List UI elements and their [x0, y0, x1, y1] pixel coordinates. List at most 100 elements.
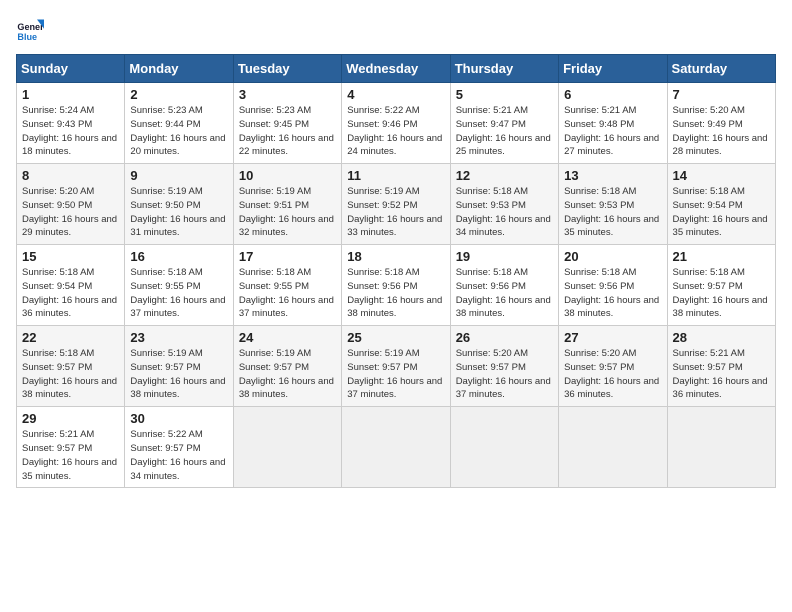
day-info: Sunrise: 5:22 AMSunset: 9:46 PMDaylight:…	[347, 104, 444, 159]
calendar-week-2: 8 Sunrise: 5:20 AMSunset: 9:50 PMDaylight…	[17, 164, 776, 245]
day-number: 12	[456, 168, 553, 183]
day-number: 18	[347, 249, 444, 264]
calendar-day-19: 19 Sunrise: 5:18 AMSunset: 9:56 PMDayligh…	[450, 245, 558, 326]
day-number: 19	[456, 249, 553, 264]
calendar-day-7: 7 Sunrise: 5:20 AMSunset: 9:49 PMDaylight…	[667, 83, 775, 164]
day-number: 1	[22, 87, 119, 102]
svg-text:Blue: Blue	[17, 32, 37, 42]
day-info: Sunrise: 5:24 AMSunset: 9:43 PMDaylight:…	[22, 104, 119, 159]
day-number: 28	[673, 330, 770, 345]
day-info: Sunrise: 5:19 AMSunset: 9:52 PMDaylight:…	[347, 185, 444, 240]
day-info: Sunrise: 5:18 AMSunset: 9:55 PMDaylight:…	[239, 266, 336, 321]
calendar-week-5: 29 Sunrise: 5:21 AMSunset: 9:57 PMDayligh…	[17, 407, 776, 488]
day-info: Sunrise: 5:18 AMSunset: 9:53 PMDaylight:…	[456, 185, 553, 240]
column-header-thursday: Thursday	[450, 55, 558, 83]
calendar-day-29: 29 Sunrise: 5:21 AMSunset: 9:57 PMDayligh…	[17, 407, 125, 488]
day-number: 3	[239, 87, 336, 102]
day-number: 20	[564, 249, 661, 264]
day-info: Sunrise: 5:23 AMSunset: 9:45 PMDaylight:…	[239, 104, 336, 159]
calendar-day-27: 27 Sunrise: 5:20 AMSunset: 9:57 PMDayligh…	[559, 326, 667, 407]
calendar-day-20: 20 Sunrise: 5:18 AMSunset: 9:56 PMDayligh…	[559, 245, 667, 326]
day-info: Sunrise: 5:20 AMSunset: 9:50 PMDaylight:…	[22, 185, 119, 240]
calendar-day-28: 28 Sunrise: 5:21 AMSunset: 9:57 PMDayligh…	[667, 326, 775, 407]
calendar-day-25: 25Sunrise: 5:19 AMSunset: 9:57 PMDayligh…	[342, 326, 450, 407]
calendar-day-11: 11 Sunrise: 5:19 AMSunset: 9:52 PMDayligh…	[342, 164, 450, 245]
calendar-day-17: 17 Sunrise: 5:18 AMSunset: 9:55 PMDayligh…	[233, 245, 341, 326]
calendar-day-2: 2Sunrise: 5:23 AMSunset: 9:44 PMDaylight…	[125, 83, 233, 164]
day-number: 6	[564, 87, 661, 102]
day-number: 16	[130, 249, 227, 264]
calendar-table: SundayMondayTuesdayWednesdayThursdayFrid…	[16, 54, 776, 488]
day-number: 24	[239, 330, 336, 345]
day-info: Sunrise: 5:20 AMSunset: 9:49 PMDaylight:…	[673, 104, 770, 159]
day-info: Sunrise: 5:18 AMSunset: 9:56 PMDaylight:…	[564, 266, 661, 321]
day-number: 25	[347, 330, 444, 345]
day-number: 14	[673, 168, 770, 183]
calendar-day-8: 8 Sunrise: 5:20 AMSunset: 9:50 PMDaylight…	[17, 164, 125, 245]
calendar-day-30: 30 Sunrise: 5:22 AMSunset: 9:57 PMDayligh…	[125, 407, 233, 488]
calendar-day-24: 24 Sunrise: 5:19 AMSunset: 9:57 PMDayligh…	[233, 326, 341, 407]
calendar-day-14: 14 Sunrise: 5:18 AMSunset: 9:54 PMDayligh…	[667, 164, 775, 245]
calendar-day-10: 10Sunrise: 5:19 AMSunset: 9:51 PMDayligh…	[233, 164, 341, 245]
day-info: Sunrise: 5:18 AMSunset: 9:56 PMDaylight:…	[347, 266, 444, 321]
day-info: Sunrise: 5:21 AMSunset: 9:47 PMDaylight:…	[456, 104, 553, 159]
column-header-saturday: Saturday	[667, 55, 775, 83]
calendar-week-3: 15Sunrise: 5:18 AMSunset: 9:54 PMDayligh…	[17, 245, 776, 326]
day-info: Sunrise: 5:19 AMSunset: 9:50 PMDaylight:…	[130, 185, 227, 240]
day-info: Sunrise: 5:22 AMSunset: 9:57 PMDaylight:…	[130, 428, 227, 483]
day-info: Sunrise: 5:20 AMSunset: 9:57 PMDaylight:…	[456, 347, 553, 402]
calendar-day-empty	[450, 407, 558, 488]
day-info: Sunrise: 5:19 AMSunset: 9:51 PMDaylight:…	[239, 185, 336, 240]
calendar-header-row: SundayMondayTuesdayWednesdayThursdayFrid…	[17, 55, 776, 83]
day-number: 17	[239, 249, 336, 264]
calendar-week-4: 22Sunrise: 5:18 AMSunset: 9:57 PMDayligh…	[17, 326, 776, 407]
column-header-tuesday: Tuesday	[233, 55, 341, 83]
day-number: 8	[22, 168, 119, 183]
day-number: 2	[130, 87, 227, 102]
calendar-day-9: 9 Sunrise: 5:19 AMSunset: 9:50 PMDaylight…	[125, 164, 233, 245]
day-number: 30	[130, 411, 227, 426]
calendar-day-empty	[233, 407, 341, 488]
day-number: 7	[673, 87, 770, 102]
day-info: Sunrise: 5:18 AMSunset: 9:57 PMDaylight:…	[673, 266, 770, 321]
calendar-day-empty	[559, 407, 667, 488]
calendar-day-23: 23Sunrise: 5:19 AMSunset: 9:57 PMDayligh…	[125, 326, 233, 407]
day-number: 11	[347, 168, 444, 183]
day-info: Sunrise: 5:18 AMSunset: 9:53 PMDaylight:…	[564, 185, 661, 240]
calendar-day-3: 3 Sunrise: 5:23 AMSunset: 9:45 PMDaylight…	[233, 83, 341, 164]
calendar-day-empty	[342, 407, 450, 488]
calendar-day-5: 5Sunrise: 5:21 AMSunset: 9:47 PMDaylight…	[450, 83, 558, 164]
day-info: Sunrise: 5:21 AMSunset: 9:57 PMDaylight:…	[22, 428, 119, 483]
calendar-day-1: 1 Sunrise: 5:24 AMSunset: 9:43 PMDaylight…	[17, 83, 125, 164]
day-number: 29	[22, 411, 119, 426]
day-info: Sunrise: 5:19 AMSunset: 9:57 PMDaylight:…	[239, 347, 336, 402]
calendar-day-empty	[667, 407, 775, 488]
day-number: 9	[130, 168, 227, 183]
day-info: Sunrise: 5:18 AMSunset: 9:56 PMDaylight:…	[456, 266, 553, 321]
svg-text:General: General	[17, 22, 44, 32]
calendar-day-6: 6Sunrise: 5:21 AMSunset: 9:48 PMDaylight…	[559, 83, 667, 164]
day-number: 21	[673, 249, 770, 264]
day-info: Sunrise: 5:18 AMSunset: 9:54 PMDaylight:…	[22, 266, 119, 321]
column-header-friday: Friday	[559, 55, 667, 83]
calendar-day-13: 13 Sunrise: 5:18 AMSunset: 9:53 PMDayligh…	[559, 164, 667, 245]
calendar-day-26: 26Sunrise: 5:20 AMSunset: 9:57 PMDayligh…	[450, 326, 558, 407]
logo: General Blue	[16, 16, 48, 44]
calendar-day-15: 15Sunrise: 5:18 AMSunset: 9:54 PMDayligh…	[17, 245, 125, 326]
day-info: Sunrise: 5:21 AMSunset: 9:57 PMDaylight:…	[673, 347, 770, 402]
day-number: 4	[347, 87, 444, 102]
day-number: 22	[22, 330, 119, 345]
logo-icon: General Blue	[16, 16, 44, 44]
day-info: Sunrise: 5:20 AMSunset: 9:57 PMDaylight:…	[564, 347, 661, 402]
day-info: Sunrise: 5:18 AMSunset: 9:54 PMDaylight:…	[673, 185, 770, 240]
day-number: 13	[564, 168, 661, 183]
column-header-monday: Monday	[125, 55, 233, 83]
calendar-day-12: 12 Sunrise: 5:18 AMSunset: 9:53 PMDayligh…	[450, 164, 558, 245]
page-header: General Blue	[16, 16, 776, 44]
day-number: 27	[564, 330, 661, 345]
calendar-day-22: 22Sunrise: 5:18 AMSunset: 9:57 PMDayligh…	[17, 326, 125, 407]
column-header-wednesday: Wednesday	[342, 55, 450, 83]
day-info: Sunrise: 5:18 AMSunset: 9:55 PMDaylight:…	[130, 266, 227, 321]
calendar-day-4: 4 Sunrise: 5:22 AMSunset: 9:46 PMDaylight…	[342, 83, 450, 164]
calendar-week-1: 1 Sunrise: 5:24 AMSunset: 9:43 PMDaylight…	[17, 83, 776, 164]
